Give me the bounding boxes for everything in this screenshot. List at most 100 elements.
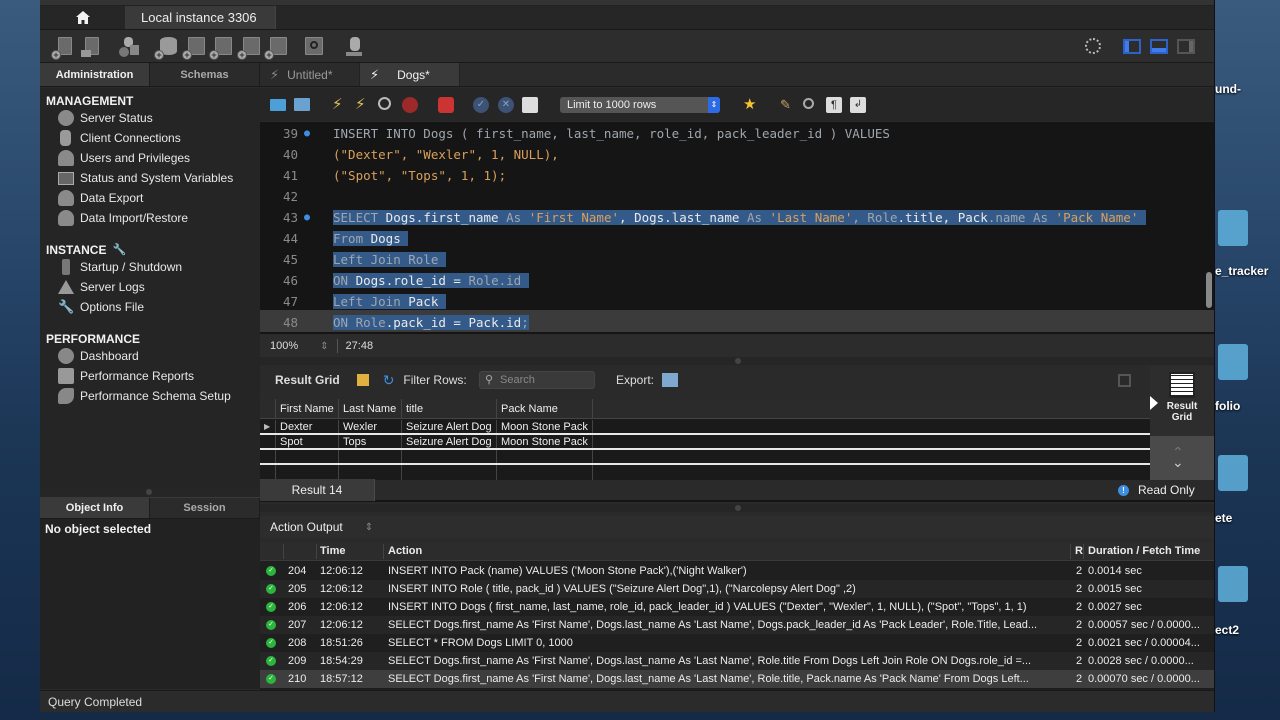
toggle-wrap-icon[interactable] [1118,374,1131,387]
sidebar-item-status-variables[interactable]: Status and System Variables [40,168,260,188]
toggle-error-stop-icon[interactable] [438,97,454,113]
execute-all-icon[interactable]: ⚡︎ [332,97,348,113]
open-sql-script-icon[interactable] [81,37,101,57]
explain-icon[interactable] [378,97,391,110]
action-output-row[interactable]: ✓ 210 18:57:12 SELECT Dogs.first_name As 'F… [260,670,1214,688]
toggle-secondary-sidebar-icon[interactable] [1177,39,1195,54]
tab-administration[interactable]: Administration [40,63,150,86]
stop-icon[interactable] [402,97,418,113]
column-header[interactable]: Last Name [339,399,402,418]
tab-dogs[interactable]: ⚡︎ Dogs* [360,63,460,86]
sidebar-item-performance-reports[interactable]: Performance Reports [40,366,260,386]
tab-object-info[interactable]: Object Info [40,498,150,518]
column-header-action[interactable]: Action [388,542,422,560]
column-header-time[interactable]: Time [320,542,345,560]
action-output-select[interactable]: Action Output [270,520,343,534]
home-tab[interactable] [40,6,126,29]
sidebar-item-label: Status and System Variables [80,171,234,185]
refresh-icon[interactable]: ↻ [383,372,395,389]
action-output-row[interactable]: ✓ 204 12:06:12 INSERT INTO Pack (name) VALU… [260,562,1214,580]
action-output-row[interactable]: ✓ 206 12:06:12 INSERT INTO Dogs ( first_nam… [260,598,1214,616]
create-table-icon[interactable]: + [182,37,205,60]
invisible-chars-icon[interactable]: ¶ [826,97,842,113]
action-output-row[interactable]: ✓ 209 18:54:29 SELECT Dogs.first_name As 'F… [260,652,1214,670]
beautify-broom-icon[interactable]: ✎ [780,97,796,113]
desktop-folder[interactable] [1218,210,1248,246]
sidebar-item-performance-schema-setup[interactable]: Performance Schema Setup [40,386,260,406]
grid-cell[interactable]: Dexter [276,420,339,433]
gauge-icon [58,348,74,364]
sidebar-item-server-status[interactable]: Server Status [40,108,260,128]
action-output-row[interactable]: ✓ 208 18:51:26 SELECT * FROM Dogs LIMIT 0, … [260,634,1214,652]
column-header[interactable]: First Name [276,399,339,418]
toggle-sidebar-icon[interactable] [1123,39,1141,54]
wrap-lines-icon[interactable]: ↲ [850,97,866,113]
editor-results-splitter[interactable] [260,357,1214,365]
commit-icon[interactable]: ✓ [473,97,489,113]
create-schema-icon[interactable]: + [154,37,177,60]
create-view-icon[interactable]: + [209,37,232,60]
sidebar-item-data-export[interactable]: Data Export [40,188,260,208]
grid-cell[interactable]: Moon Stone Pack [497,420,593,433]
limit-rows-select[interactable]: Limit to 1000 rows ⇕ [560,97,720,113]
grid-cell[interactable]: Tops [339,435,402,448]
create-procedure-icon[interactable]: + [237,37,260,60]
zoom-stepper-icon[interactable]: ⇕ [320,341,328,352]
column-header[interactable]: Pack Name [497,399,593,418]
chevron-updown-icon[interactable]: ⇕ [365,522,373,533]
tab-schemas[interactable]: Schemas [150,63,260,86]
results-output-splitter[interactable] [260,504,1214,512]
result-grid-view-button[interactable]: Result Grid [1150,366,1214,436]
desktop-folder[interactable] [1218,344,1248,380]
desktop-folder[interactable] [1218,455,1248,491]
column-toggle-icon[interactable] [356,374,369,386]
add-snippet-star-icon[interactable]: ★ [743,97,759,113]
sidebar-item-client-connections[interactable]: Client Connections [40,128,260,148]
connection-tab[interactable]: Local instance 3306 [126,6,276,29]
rollback-icon[interactable]: ✕ [498,97,514,113]
column-header-rows[interactable]: R [1075,542,1083,560]
status-ok-icon: ✓ [266,580,276,598]
toggle-output-icon[interactable] [1150,39,1168,54]
action-output-row[interactable]: ✓ 207 12:06:12 SELECT Dogs.first_name As 'F… [260,616,1214,634]
grid-cell[interactable]: Moon Stone Pack [497,435,593,448]
action-output-row[interactable]: ✓ 205 12:06:12 INSERT INTO Role ( title, pa… [260,580,1214,598]
sql-editor[interactable]: 39 ● INSERT INTO Dogs ( first_name, last_… [260,122,1214,334]
column-header-duration[interactable]: Duration / Fetch Time [1088,542,1200,560]
sidebar-item-options-file[interactable]: 🔧 Options File [40,297,260,317]
column-header[interactable]: title [402,399,497,418]
open-file-icon[interactable] [270,99,286,111]
sidebar-item-data-import[interactable]: Data Import/Restore [40,208,260,228]
sidebar-item-users-privileges[interactable]: Users and Privileges [40,148,260,168]
sidebar-item-dashboard[interactable]: Dashboard [40,346,260,366]
tab-session[interactable]: Session [150,498,260,518]
settings-gear-icon[interactable] [1085,38,1101,54]
table-row[interactable]: ▶ Dexter Wexler Seizure Alert Dog Moon S… [260,420,1150,435]
tab-untitled[interactable]: ⚡︎ Untitled* [260,63,360,86]
find-icon[interactable] [803,98,814,109]
create-function-icon[interactable]: + [264,37,287,60]
grid-cell[interactable]: Seizure Alert Dog [402,435,497,448]
reconnect-icon[interactable] [344,37,364,57]
filter-rows-input[interactable]: ⚲ Search [479,371,595,389]
new-sql-tab-icon[interactable]: + [51,37,74,60]
result-view-switcher[interactable]: ⌃ ⌄ [1150,436,1214,480]
grid-cell[interactable]: Wexler [339,420,402,433]
search-table-data-icon[interactable] [305,37,325,57]
action-time: 12:06:12 [320,565,363,577]
empty-row[interactable] [260,450,1150,465]
sidebar-item-startup-shutdown[interactable]: Startup / Shutdown [40,257,260,277]
desktop-folder[interactable] [1218,566,1248,602]
execute-current-icon[interactable]: ⚡︎ [355,97,371,113]
grid-cell[interactable]: Seizure Alert Dog [402,420,497,433]
autocommit-icon[interactable] [522,97,538,113]
grid-cell[interactable]: Spot [276,435,339,448]
sidebar-item-server-logs[interactable]: Server Logs [40,277,260,297]
editor-scrollbar[interactable] [1206,272,1212,308]
schema-inspector-icon[interactable] [119,37,139,57]
table-row[interactable]: Spot Tops Seizure Alert Dog Moon Stone P… [260,435,1150,450]
empty-row[interactable] [260,465,1150,480]
save-icon[interactable] [294,98,310,111]
tab-result-14[interactable]: Result 14 [260,479,375,501]
export-icon[interactable] [662,373,678,387]
